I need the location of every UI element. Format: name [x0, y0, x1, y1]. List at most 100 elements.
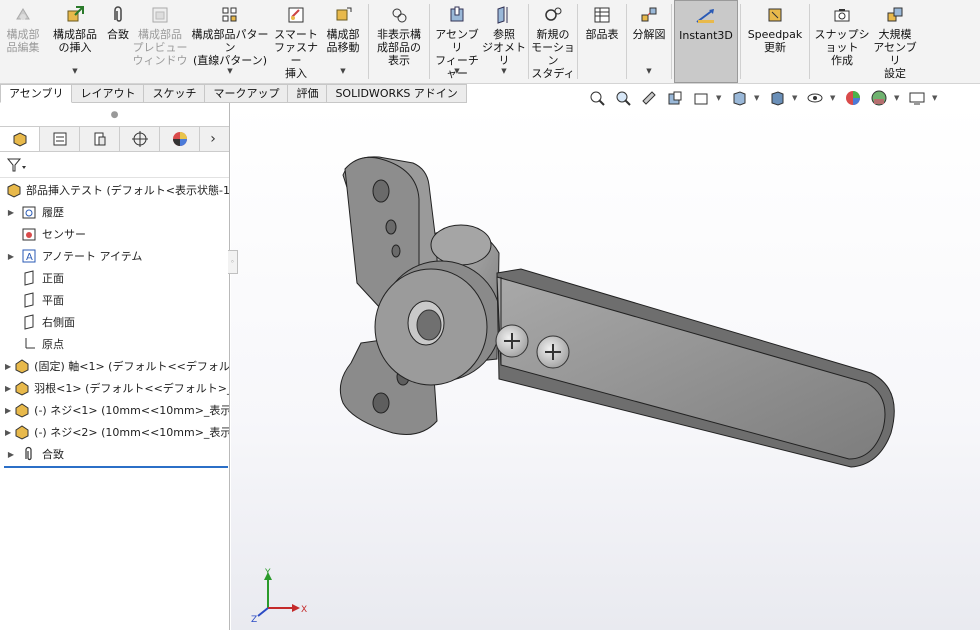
component-preview-button[interactable]: 構成部品 プレビュー ウィンドウ: [132, 0, 188, 83]
sensor-icon: [20, 225, 38, 243]
view-settings-icon[interactable]: [906, 88, 928, 108]
configuration-manager-tab-icon[interactable]: [80, 127, 120, 151]
expand-arrow-icon[interactable]: ▶: [5, 362, 11, 371]
section-view-icon[interactable]: [664, 88, 686, 108]
panel-grip[interactable]: ●: [0, 103, 229, 126]
expand-arrow-icon[interactable]: ▶: [5, 450, 17, 459]
heads-up-view-toolbar: ▼ ▼ ▼ ▼ ▼ ▼: [586, 87, 940, 109]
bom-button[interactable]: 部品表: [580, 0, 624, 83]
tree-item-shaft[interactable]: ▶ (固定) 軸<1> (デフォルト<<デフォルト>_: [0, 355, 229, 377]
tree-filter[interactable]: [0, 152, 229, 178]
ribbon-separator: [809, 4, 810, 79]
chevron-down-icon[interactable]: ▼: [72, 65, 77, 78]
snapshot-button[interactable]: スナップショット 作成: [812, 0, 872, 83]
tab-sketch[interactable]: スケッチ: [144, 84, 206, 103]
chevron-down-icon[interactable]: ▼: [454, 65, 459, 78]
tree-item-blade[interactable]: ▶ 羽根<1> (デフォルト<<デフォルト>_表示: [0, 377, 229, 399]
feature-tree-tab-icon[interactable]: [0, 127, 40, 151]
tree-item-history[interactable]: ▶ 履歴: [0, 201, 229, 223]
chevron-down-icon[interactable]: ▼: [340, 65, 345, 78]
instant3d-button[interactable]: Instant3D: [674, 0, 738, 83]
chevron-down-icon[interactable]: ▼: [830, 94, 838, 102]
chevron-down-icon[interactable]: ▼: [716, 94, 724, 102]
show-hidden-icon: [388, 4, 410, 26]
new-motion-study-button[interactable]: 新規の モーション スタディ: [531, 0, 575, 83]
speedpak-update-button[interactable]: Speedpak 更新: [743, 0, 807, 83]
move-component-button[interactable]: 構成部 品移動 ▼: [320, 0, 366, 83]
tree-item-origin[interactable]: 原点: [0, 333, 229, 355]
mate-button[interactable]: 合致: [104, 0, 132, 83]
chevron-right-icon[interactable]: ›: [200, 127, 226, 151]
part-icon: [14, 401, 30, 419]
chevron-down-icon[interactable]: ▼: [792, 94, 800, 102]
plane-icon: [20, 291, 38, 309]
exploded-view-button[interactable]: 分解図 ▼: [629, 0, 669, 83]
show-hidden-components-button[interactable]: 非表示構 成部品の 表示: [371, 0, 427, 83]
assembly-model[interactable]: [231, 103, 980, 630]
hide-show-items-icon[interactable]: [804, 88, 826, 108]
edit-component-button[interactable]: 構成部 品編集: [0, 0, 46, 83]
chevron-down-icon[interactable]: ▼: [754, 94, 762, 102]
tree-item-right-plane[interactable]: 右側面: [0, 311, 229, 333]
tree-item-screw-2[interactable]: ▶ (-) ネジ<2> (10mm<<10mm>_表示: [0, 421, 229, 443]
linear-pattern-button[interactable]: 構成部品パターン (直線パターン) ▼: [188, 0, 272, 83]
expand-arrow-icon[interactable]: ▶: [5, 384, 11, 393]
edit-appearance-icon[interactable]: [842, 88, 864, 108]
smart-fastener-button[interactable]: スマート ファスナー 挿入: [272, 0, 320, 83]
tab-markup[interactable]: マークアップ: [205, 84, 289, 103]
chevron-down-icon[interactable]: ▼: [894, 94, 902, 102]
tree-item-top-plane[interactable]: 平面: [0, 289, 229, 311]
insert-component-button[interactable]: 構成部品 の挿入 ▼: [46, 0, 104, 83]
tree-item-screw-1[interactable]: ▶ (-) ネジ<1> (10mm<<10mm>_表示: [0, 399, 229, 421]
tree-item-sensors[interactable]: センサー: [0, 223, 229, 245]
expand-arrow-icon[interactable]: ▶: [5, 406, 11, 415]
reference-geometry-button[interactable]: 参照 ジオメトリ ▼: [482, 0, 526, 83]
apply-scene-icon[interactable]: [868, 88, 890, 108]
dynamic-annotation-icon[interactable]: [690, 88, 712, 108]
tab-assembly[interactable]: アセンブリ: [0, 84, 73, 103]
dimxpert-tab-icon[interactable]: [120, 127, 160, 151]
plane-icon: [20, 313, 38, 331]
property-manager-tab-icon[interactable]: [40, 127, 80, 151]
tree-item-annotations[interactable]: ▶ A アノテート アイテム: [0, 245, 229, 267]
speedpak-icon: [764, 4, 786, 26]
tab-solidworks-addins[interactable]: SOLIDWORKS アドイン: [327, 84, 467, 103]
filter-icon[interactable]: [6, 157, 28, 173]
expand-arrow-icon[interactable]: ▶: [5, 252, 17, 261]
assembly-feature-icon: [446, 4, 468, 26]
chevron-down-icon[interactable]: ▼: [932, 94, 940, 102]
screw-1[interactable]: [495, 324, 529, 358]
preview-window-icon: [149, 4, 171, 26]
graphics-area[interactable]: [231, 103, 980, 630]
tree-item-mates[interactable]: ▶ 合致: [0, 443, 229, 465]
part-icon: [14, 423, 30, 441]
display-style-icon[interactable]: [766, 88, 788, 108]
tab-evaluate[interactable]: 評価: [288, 84, 328, 103]
tree-item-front-plane[interactable]: 正面: [0, 267, 229, 289]
chevron-down-icon[interactable]: ▼: [646, 65, 651, 78]
large-assembly-icon: [884, 4, 906, 26]
screw-2[interactable]: [536, 335, 570, 369]
expand-arrow-icon[interactable]: ▶: [5, 428, 11, 437]
expand-arrow-icon[interactable]: ▶: [5, 208, 17, 217]
zoom-to-area-icon[interactable]: [612, 88, 634, 108]
ribbon-separator: [626, 4, 627, 79]
chevron-down-icon[interactable]: ▼: [227, 65, 232, 78]
chevron-down-icon[interactable]: ▼: [501, 65, 506, 78]
tree-root-assembly[interactable]: 部品挿入テスト (デフォルト<表示状態-1>): [0, 179, 229, 201]
paperclip-icon: [107, 4, 129, 26]
feature-manager-panel: ● › 部品挿入テスト (デフォルト<表示状態-1>) ▶ 履歴 センサー ▶ …: [0, 103, 230, 630]
previous-view-icon[interactable]: [638, 88, 660, 108]
ribbon-separator: [671, 4, 672, 79]
panel-collapse-handle[interactable]: ◦: [228, 250, 238, 274]
x-axis-label: X: [301, 605, 307, 615]
pattern-icon: [219, 4, 241, 26]
mates-icon: [20, 445, 38, 463]
display-manager-tab-icon[interactable]: [160, 127, 200, 151]
rollback-bar[interactable]: [4, 466, 228, 468]
view-orientation-icon[interactable]: [728, 88, 750, 108]
large-assembly-button[interactable]: 大規模 アセンブリ 設定: [872, 0, 918, 83]
zoom-to-fit-icon[interactable]: [586, 88, 608, 108]
tab-layout[interactable]: レイアウト: [72, 84, 145, 103]
assembly-feature-button[interactable]: アセンブリ フィーチャー ▼: [432, 0, 482, 83]
